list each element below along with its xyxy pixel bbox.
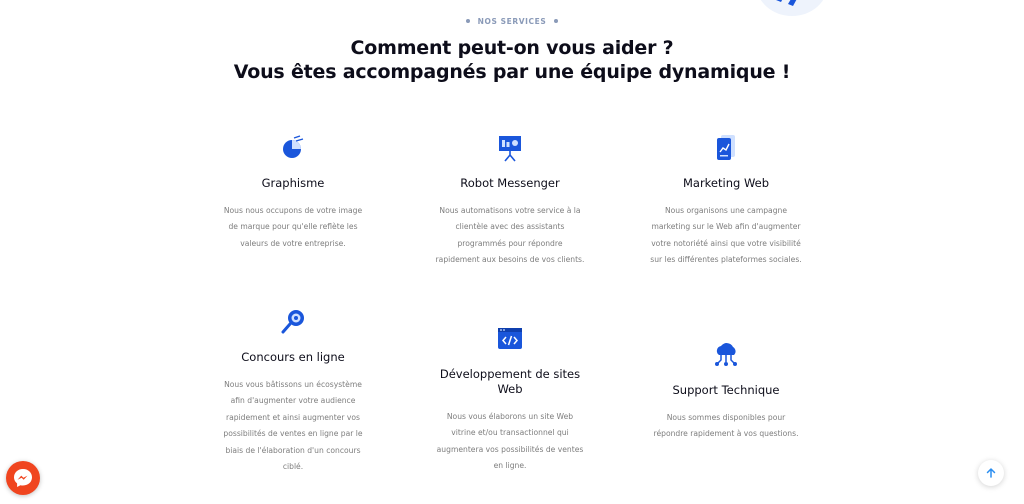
- eyebrow-dot-left: [465, 19, 470, 23]
- service-title: Robot Messenger: [460, 176, 560, 190]
- section-title-line-1: Comment peut-on vous aider ?: [350, 37, 674, 59]
- service-description: Nous vous élaborons un site Web vitrine …: [436, 412, 584, 471]
- service-title: Concours en ligne: [241, 350, 345, 364]
- service-title: Marketing Web: [682, 176, 770, 190]
- messenger-icon: [14, 469, 32, 487]
- service-card-graphisme: Graphisme Nous nous occupons de votre im…: [193, 133, 393, 252]
- section-eyebrow: NOS SERVICES: [0, 17, 1024, 26]
- eyebrow-dot-right: [554, 19, 559, 23]
- presentation-board-icon: [499, 136, 521, 162]
- decorative-shape: [760, 0, 824, 16]
- mobile-analytics-icon: [717, 135, 735, 160]
- service-card-marketing-web: Marketing Web Nous organisons une campag…: [626, 133, 826, 269]
- service-description: Nous organisons une campagne marketing s…: [650, 206, 802, 265]
- cloud-network-icon: [715, 343, 737, 366]
- service-description: Nous vous bâtissons un écosystème afin d…: [223, 380, 363, 472]
- magnifier-icon: [281, 310, 304, 334]
- arrow-up-icon: [986, 467, 996, 478]
- messenger-chat-button[interactable]: [6, 461, 40, 495]
- service-card-support-technique: Support Technique Nous sommes disponible…: [626, 340, 826, 443]
- service-description: Nous sommes disponibles pour répondre ra…: [653, 413, 799, 439]
- service-title: Graphisme: [261, 176, 325, 190]
- service-title: Support Technique: [672, 383, 780, 397]
- service-card-concours-en-ligne: Concours en ligne Nous vous bâtissons un…: [193, 307, 393, 475]
- scroll-to-top-button[interactable]: [978, 460, 1004, 486]
- section-title: Comment peut-on vous aider ? Vous êtes a…: [0, 36, 1024, 84]
- service-title: Développement de sites Web: [439, 367, 581, 396]
- code-window-icon: [498, 328, 522, 349]
- pie-chart-icon: [283, 135, 304, 158]
- service-card-developpement-web: Développement de sites Web Nous vous éla…: [410, 324, 610, 475]
- service-card-robot-messenger: Robot Messenger Nous automatisons votre …: [410, 133, 610, 269]
- service-description: Nous nous occupons de votre image de mar…: [223, 206, 363, 248]
- service-description: Nous automatisons votre service à la cli…: [435, 206, 585, 265]
- section-title-line-2: Vous êtes accompagnés par une équipe dyn…: [233, 61, 791, 83]
- eyebrow-label: NOS SERVICES: [477, 17, 547, 26]
